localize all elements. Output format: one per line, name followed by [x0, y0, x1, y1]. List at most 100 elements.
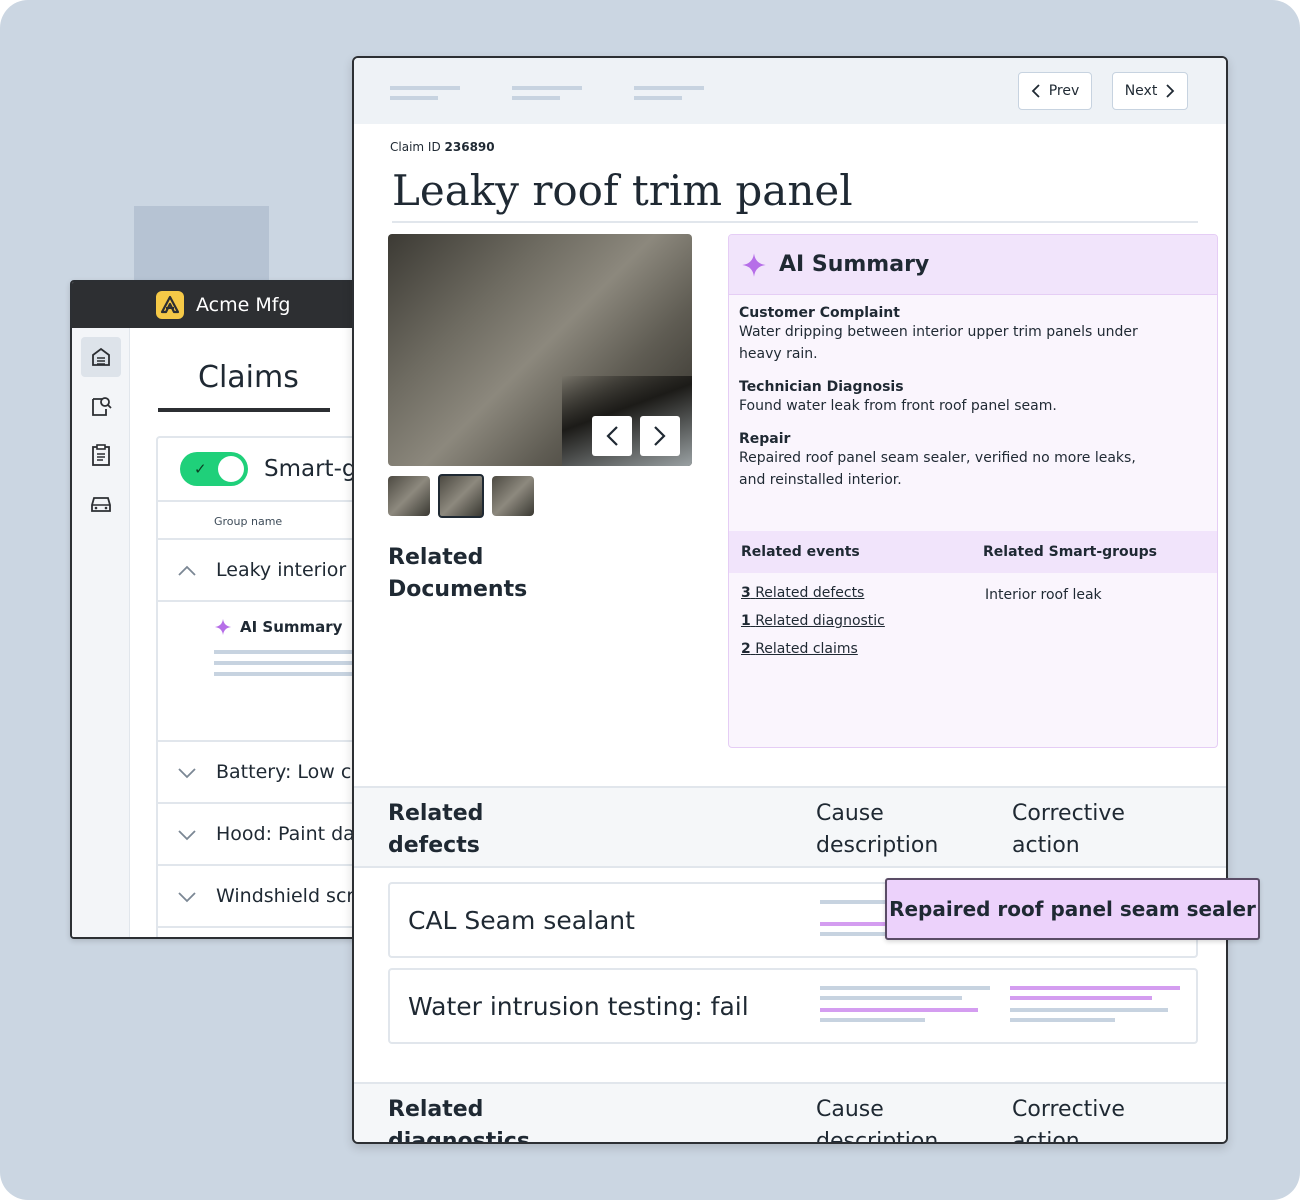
chevron-left-icon [606, 426, 618, 446]
related-smart-groups-header: Related Smart-groups [983, 544, 1157, 560]
section-heading: Repair [739, 431, 791, 447]
placeholder-bar [634, 96, 682, 100]
chevron-up-icon [176, 558, 198, 582]
smart-groups-header: ✓ Smart-g [158, 438, 368, 502]
group-row[interactable]: Leaky interior [158, 540, 368, 602]
chevron-down-icon [176, 884, 198, 908]
placeholder-line [820, 996, 962, 1000]
car-icon [91, 497, 111, 512]
group-row[interactable]: Battery: Low ch [158, 742, 368, 804]
placeholder-line [1010, 1018, 1115, 1022]
sparkle-icon [214, 618, 232, 636]
count: 3 [741, 585, 751, 601]
group-label: Windshield scra [216, 885, 366, 907]
app-titlebar: Acme Mfg [72, 282, 368, 328]
ai-summary-header: AI Summary [729, 235, 1217, 295]
prev-button[interactable]: Prev [1018, 72, 1092, 110]
claim-id-label: Claim ID [390, 140, 441, 154]
claims-tab[interactable]: Claims [198, 360, 299, 395]
decorative-block [134, 206, 269, 286]
check-icon: ✓ [194, 460, 207, 478]
related-diagnostics-title: Related diagnostics [388, 1097, 530, 1144]
claim-photo [388, 234, 692, 466]
smart-groups-toggle[interactable]: ✓ [180, 452, 248, 486]
ai-summary-mini: AI Summary [214, 618, 368, 636]
placeholder-bar [390, 96, 438, 100]
claims-main: Claims ✓ Smart-g Group name Leaky interi… [130, 328, 368, 937]
related-documents-heading: Related Documents [388, 542, 528, 606]
corrective-action-header: Corrective action [1012, 801, 1125, 858]
chevron-right-icon [1166, 84, 1175, 98]
next-label: Next [1124, 83, 1158, 99]
cause-description-header: Cause description [816, 801, 939, 858]
claim-detail-window: Prev Next Claim ID 236890 Leaky roof tri… [352, 56, 1228, 1144]
related-diagnostic-link[interactable]: 1 Related diagnostic [741, 613, 885, 629]
related-smart-group[interactable]: Interior roof leak [985, 587, 1102, 603]
next-button[interactable]: Next [1112, 72, 1188, 110]
section-heading: Technician Diagnosis [739, 379, 904, 395]
section-text: Repaired roof panel seam sealer, verifie… [739, 450, 1136, 488]
defect-name: CAL Seam sealant [408, 906, 635, 935]
clipboard-icon [92, 444, 110, 466]
summary-placeholder [214, 650, 368, 676]
acme-logo-icon [156, 291, 184, 319]
photo-prev-button[interactable] [592, 416, 632, 456]
group-row[interactable]: Windshield scra [158, 866, 368, 928]
related-documents-label: Related Documents [388, 545, 528, 602]
claims-app-window: Acme Mfg Claims ✓ Smart-g Group name Lea… [70, 280, 370, 939]
detail-topbar: Prev Next [354, 58, 1226, 124]
related-claims-link[interactable]: 2 Related claims [741, 641, 885, 657]
placeholder-bar [634, 86, 704, 90]
canvas: Acme Mfg Claims ✓ Smart-g Group name Lea… [0, 0, 1300, 1200]
rail-search-docs[interactable] [81, 386, 121, 426]
corrective-action-header: Corrective action [1012, 1097, 1125, 1144]
defect-row[interactable]: Water intrusion testing: fail [388, 968, 1198, 1044]
related-events-header: Related events [741, 544, 860, 560]
rail-clipboard[interactable] [81, 435, 121, 475]
placeholder-bar [390, 86, 460, 90]
group-name-column-header: Group name [158, 502, 368, 540]
section-text: Water dripping between interior upper tr… [739, 324, 1138, 362]
photo-thumbnail[interactable] [492, 476, 534, 516]
rail-garage[interactable] [81, 337, 121, 377]
related-defects-link[interactable]: 3 Related defects [741, 585, 885, 601]
section-text: Found water leak from front roof panel s… [739, 398, 1057, 414]
ai-summary-mini-label: AI Summary [240, 618, 343, 636]
smart-groups-panel: ✓ Smart-g Group name Leaky interior AI S… [156, 436, 368, 937]
placeholder-line [1010, 996, 1152, 1000]
group-label: Battery: Low ch [216, 761, 364, 783]
rail-vehicle[interactable] [81, 484, 121, 524]
prev-label: Prev [1048, 83, 1080, 99]
chevron-left-icon [1031, 84, 1040, 98]
related-defects-title: Related defects [388, 801, 484, 858]
count: 2 [741, 641, 751, 657]
related-diagnostics-header: Related diagnostics Cause description Co… [354, 1082, 1226, 1144]
ai-summary-body: Customer Complaint Water dripping betwee… [729, 295, 1217, 491]
group-label: Leaky interior [216, 559, 347, 581]
ai-summary-title: AI Summary [779, 252, 930, 277]
claim-title: Leaky roof trim panel [392, 166, 853, 215]
cause-description-header: Cause description [816, 1097, 939, 1144]
placeholder-bar [512, 86, 582, 90]
placeholder-line [820, 1018, 925, 1022]
group-row[interactable]: Hood: Paint dar [158, 804, 368, 866]
placeholder-line [1010, 986, 1180, 990]
corrective-action-tooltip: Repaired roof panel seam sealer [885, 878, 1260, 940]
placeholder-line [1010, 1008, 1168, 1012]
placeholder-line [820, 986, 990, 990]
related-columns-header: Related events Related Smart-groups [729, 531, 1217, 573]
divider [392, 221, 1198, 223]
group-expanded-content: AI Summary [158, 602, 368, 742]
active-tab-indicator [158, 408, 330, 412]
link-label: Related claims [755, 641, 858, 657]
photo-thumbnail-selected[interactable] [438, 474, 484, 518]
placeholder-line [820, 1008, 978, 1012]
photo-thumbnail[interactable] [388, 476, 430, 516]
photo-next-button[interactable] [640, 416, 680, 456]
defect-name: Water intrusion testing: fail [408, 992, 749, 1021]
related-defects-header: Related defects Cause description Correc… [354, 786, 1226, 868]
app-name: Acme Mfg [196, 294, 291, 316]
count: 1 [741, 613, 751, 629]
related-events-list: 3 Related defects 1 Related diagnostic 2… [741, 585, 885, 669]
link-label: Related defects [755, 585, 865, 601]
